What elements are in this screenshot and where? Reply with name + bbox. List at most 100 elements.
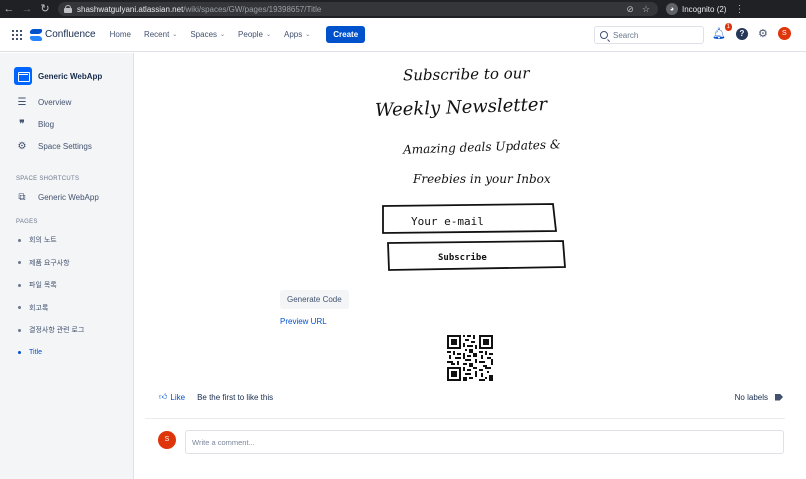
confluence-logo-icon bbox=[30, 29, 42, 41]
user-avatar[interactable]: S bbox=[777, 27, 791, 40]
tag-icon bbox=[775, 393, 783, 401]
chevron-down-icon: ⌄ bbox=[172, 32, 178, 38]
page-tree-item[interactable]: 제품 요구사항 bbox=[0, 252, 133, 275]
page-tree-item[interactable]: 파일 목록 bbox=[0, 274, 133, 297]
bullet-icon bbox=[18, 328, 21, 332]
sidebar-item-label: Overview bbox=[38, 97, 72, 107]
sketch-email-label: Your e-mail bbox=[411, 215, 484, 228]
nav-home-label: Home bbox=[109, 30, 131, 39]
sketch-line-2: Weekly Newsletter bbox=[375, 94, 549, 121]
overview-icon: ☰ bbox=[17, 96, 27, 108]
space-sidebar: Generic WebApp ☰ Overview ❞ Blog ⚙ Space… bbox=[0, 53, 134, 479]
like-status-text: Be the first to like this bbox=[197, 392, 274, 402]
incognito-icon: ◕ bbox=[666, 3, 678, 15]
bookmark-star-icon[interactable]: ☆ bbox=[642, 4, 650, 15]
space-logo-icon bbox=[14, 67, 32, 85]
page-tree-item[interactable]: 회의 노트 bbox=[0, 229, 133, 252]
back-icon[interactable]: ← bbox=[0, 0, 18, 18]
divider bbox=[145, 418, 785, 419]
shortcut-generic-webapp[interactable]: ⧉ Generic WebApp bbox=[0, 186, 133, 208]
chevron-down-icon: ⌄ bbox=[220, 32, 226, 38]
incognito-indicator[interactable]: ◕ Incognito (2) bbox=[666, 3, 726, 15]
sidebar-item-overview[interactable]: ☰ Overview bbox=[0, 91, 133, 113]
reload-icon[interactable]: ↻ bbox=[36, 0, 54, 18]
quote-icon: ❞ bbox=[19, 118, 25, 130]
page-label: Title bbox=[29, 349, 42, 357]
notifications-icon[interactable]: 🔔︎ 1 bbox=[712, 23, 732, 40]
page-label: 회의 노트 bbox=[29, 237, 57, 245]
nav-people-label: People bbox=[238, 30, 263, 39]
sketch-line-4: Freebies in your Inbox bbox=[412, 172, 551, 186]
search-placeholder: Search bbox=[613, 30, 639, 40]
app-switcher-icon[interactable] bbox=[12, 29, 22, 40]
bullet-icon bbox=[18, 283, 21, 287]
handwritten-sketch-image: Subscribe to our Weekly Newsletter Amazi… bbox=[375, 64, 566, 271]
labels-text: No labels bbox=[734, 392, 768, 402]
page-label: 파일 목록 bbox=[29, 282, 57, 290]
sketch-line-3: Amazing deals Updates & bbox=[402, 137, 561, 157]
page-content: Subscribe to our Weekly Newsletter Amazi… bbox=[135, 53, 806, 479]
nav-recent[interactable]: Recent ⌄ bbox=[144, 30, 177, 39]
page-label: 회고록 bbox=[29, 304, 49, 312]
incognito-label: Incognito (2) bbox=[682, 4, 727, 14]
commenter-avatar: S bbox=[158, 431, 176, 449]
chevron-down-icon: ⌄ bbox=[265, 32, 271, 38]
browser-menu-icon[interactable]: ⋮ bbox=[734, 4, 744, 15]
sidebar-item-label: Space Settings bbox=[38, 141, 92, 151]
nav-apps-label: Apps bbox=[284, 30, 303, 39]
nav-home[interactable]: Home bbox=[110, 30, 131, 39]
logo-text: Confluence bbox=[45, 29, 96, 40]
help-icon[interactable]: ? bbox=[735, 27, 748, 40]
bullet-icon bbox=[18, 351, 21, 355]
url-host: shashwatgulyani.atlassian.net bbox=[77, 4, 184, 14]
url-path: /wiki/spaces/GW/pages/19398657/Title bbox=[183, 4, 322, 14]
confluence-logo[interactable]: Confluence bbox=[30, 29, 96, 41]
external-link-icon: ⧉ bbox=[18, 191, 26, 203]
address-bar[interactable]: shashwatgulyani.atlassian.net/wiki/space… bbox=[58, 2, 658, 16]
nav-people[interactable]: People ⌄ bbox=[238, 30, 271, 39]
sidebar-item-space-settings[interactable]: ⚙ Space Settings bbox=[0, 135, 133, 157]
page-tree-item-active[interactable]: Title bbox=[0, 342, 133, 365]
labels-area[interactable]: No labels bbox=[735, 393, 783, 402]
camera-blocked-icon[interactable]: ⊘ bbox=[626, 4, 634, 15]
sketch-subscribe-label: Subscribe bbox=[438, 252, 487, 263]
sidebar-item-label: Blog bbox=[38, 119, 55, 129]
lock-icon bbox=[64, 5, 72, 13]
thumbs-up-icon: 👍︎ bbox=[159, 392, 168, 401]
qr-code-image bbox=[447, 335, 493, 381]
comment-input[interactable]: Write a comment... bbox=[185, 430, 784, 454]
shortcut-label: Generic WebApp bbox=[38, 192, 99, 202]
shortcuts-heading: SPACE SHORTCUTS bbox=[16, 176, 80, 182]
search-input[interactable]: Search bbox=[594, 26, 704, 44]
pages-heading: PAGES bbox=[16, 219, 38, 225]
forward-icon[interactable]: → bbox=[18, 0, 36, 18]
notification-count-badge: 1 bbox=[724, 23, 732, 31]
browser-toolbar: ← → ↻ shashwatgulyani.atlassian.net/wiki… bbox=[0, 0, 806, 18]
bullet-icon bbox=[18, 261, 21, 265]
space-header[interactable]: Generic WebApp bbox=[0, 53, 133, 85]
sketch-line-1: Subscribe to our bbox=[403, 64, 531, 84]
search-icon bbox=[600, 31, 608, 39]
preview-url-link[interactable]: Preview URL bbox=[280, 317, 327, 326]
sidebar-item-blog[interactable]: ❞ Blog bbox=[0, 113, 133, 135]
chevron-down-icon: ⌄ bbox=[305, 32, 311, 38]
like-label: Like bbox=[170, 392, 186, 402]
generate-code-button[interactable]: Generate Code bbox=[280, 290, 349, 309]
page-tree-item[interactable]: 회고록 bbox=[0, 297, 133, 320]
like-bar: 👍︎ Like Be the first to like this No lab… bbox=[159, 392, 783, 402]
page-label: 결정사항 관련 로그 bbox=[29, 327, 85, 335]
bullet-icon bbox=[18, 238, 21, 242]
page-label: 제품 요구사항 bbox=[29, 259, 70, 267]
like-button[interactable]: 👍︎ Like bbox=[159, 392, 185, 402]
primary-nav: Home Recent ⌄ Spaces ⌄ People ⌄ Apps ⌄ bbox=[110, 30, 311, 39]
app-header: Confluence Home Recent ⌄ Spaces ⌄ People ⌄ … bbox=[0, 18, 806, 52]
settings-gear-icon[interactable]: ⚙ bbox=[758, 27, 768, 40]
page-tree-item[interactable]: 결정사항 관련 로그 bbox=[0, 319, 133, 342]
nav-apps[interactable]: Apps ⌄ bbox=[284, 30, 310, 39]
create-button[interactable]: Create bbox=[326, 26, 366, 43]
bullet-icon bbox=[18, 306, 21, 310]
nav-spaces[interactable]: Spaces ⌄ bbox=[190, 30, 225, 39]
nav-recent-label: Recent bbox=[143, 30, 170, 39]
nav-spaces-label: Spaces bbox=[190, 30, 218, 39]
space-name: Generic WebApp bbox=[38, 71, 103, 81]
